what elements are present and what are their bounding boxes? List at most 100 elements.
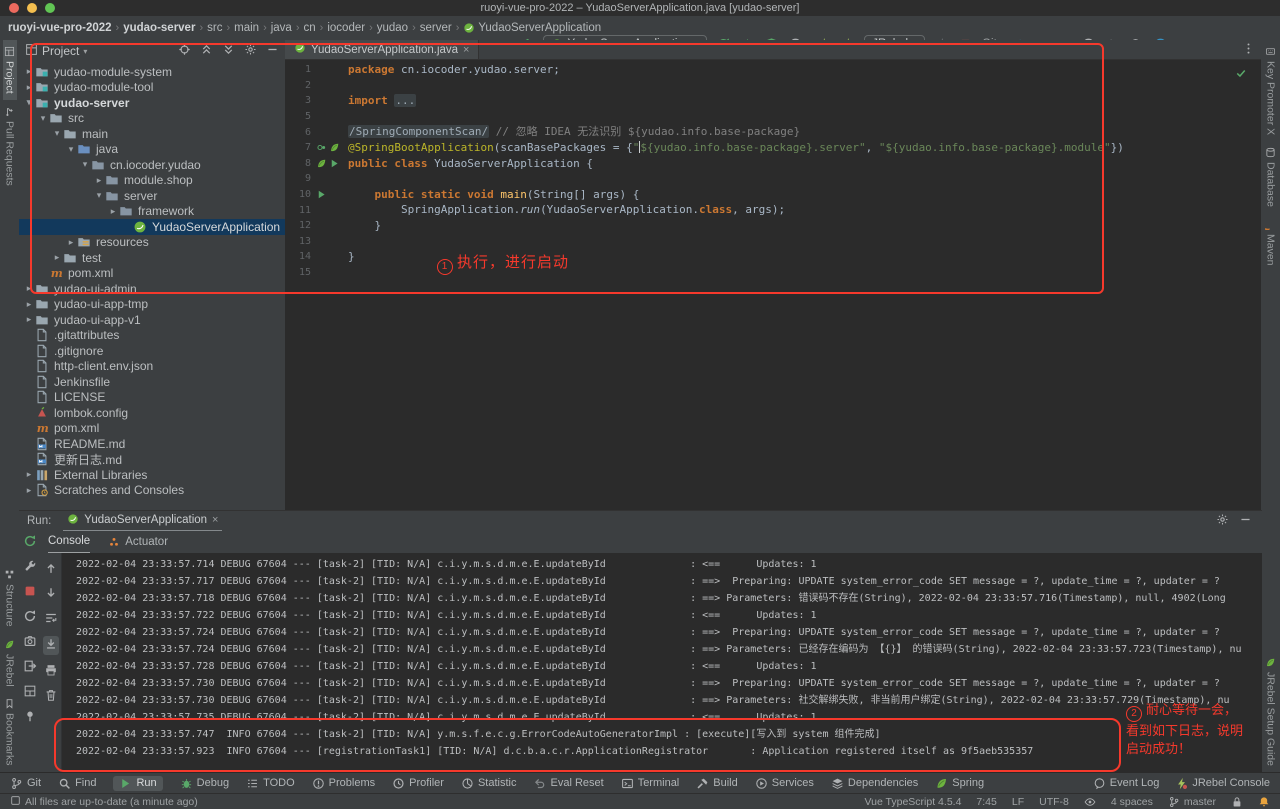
tree-item-module-shop[interactable]: ▸ module.shop [19, 173, 285, 189]
code-line[interactable]: 7 @SpringBootApplication(scanBasePackages… [285, 140, 1261, 156]
down-button[interactable] [44, 586, 58, 603]
run-config-tab[interactable]: YudaoServerApplication × [63, 510, 223, 532]
play-icon[interactable] [329, 158, 340, 169]
tree-item-lombok-config[interactable]: lombok.config [19, 405, 285, 421]
chevron-down-icon[interactable]: ▾ [37, 113, 49, 124]
code-line[interactable]: 12 } [285, 218, 1261, 234]
code-line[interactable]: 13 [285, 234, 1261, 250]
status-eye[interactable] [1084, 796, 1096, 808]
tool-strip-key-promoter-x[interactable]: Key Promoter X [1264, 40, 1278, 141]
breadcrumb-item[interactable]: iocoder [327, 22, 365, 34]
chevron-right-icon[interactable]: ▸ [65, 237, 77, 248]
chevron-down-icon[interactable]: ▾ [83, 47, 87, 56]
tree-item-src[interactable]: ▾ src [19, 111, 285, 127]
chevron-right-icon[interactable]: ▸ [23, 283, 35, 294]
tool-strip-structure[interactable]: Structure [3, 563, 17, 633]
toolwindow-button-statistic[interactable]: Statistic [461, 777, 516, 790]
toolwindow-button-todo[interactable]: TODO [246, 777, 295, 790]
tree-item--gitattributes[interactable]: .gitattributes [19, 328, 285, 344]
minus-button[interactable] [1239, 513, 1252, 529]
tool-strip-project[interactable]: Project [2, 40, 17, 100]
tree-item-test[interactable]: ▸ test [19, 250, 285, 266]
play-icon[interactable] [316, 189, 327, 200]
code-area[interactable]: 1 package cn.iocoder.yudao.server; 2 3 impor… [285, 62, 1261, 280]
toolwindow-button-problems[interactable]: Problems [312, 777, 375, 790]
breadcrumb-item[interactable]: java [271, 22, 292, 34]
up-button[interactable] [44, 561, 58, 578]
chevron-down-icon[interactable]: ▾ [23, 97, 35, 108]
status-lock[interactable] [1231, 796, 1243, 808]
tree-item-yudao-ui-app-tmp[interactable]: ▸ yudao-ui-app-tmp [19, 297, 285, 313]
tree-item-readme-md[interactable]: README.md [19, 436, 285, 452]
tree-item-java[interactable]: ▾ java [19, 142, 285, 158]
close-icon[interactable]: × [212, 514, 218, 526]
tool-strip-jrebel[interactable]: JRebel [3, 633, 17, 693]
rerun-button[interactable] [23, 534, 37, 551]
toolwindow-button-dependencies[interactable]: Dependencies [831, 777, 918, 790]
tree-item-http-client-env-json[interactable]: http-client.env.json [19, 359, 285, 375]
kebab-menu-icon[interactable] [1242, 42, 1255, 58]
status-vue-typescript-4-5-4[interactable]: Vue TypeScript 4.5.4 [865, 796, 962, 808]
softwrap-button[interactable] [44, 611, 58, 628]
stop-button[interactable] [23, 584, 37, 601]
tree-item-pom-xml[interactable]: m pom.xml [19, 421, 285, 437]
chevron-right-icon[interactable]: ▸ [93, 175, 105, 186]
status-bell[interactable] [1258, 796, 1270, 808]
exit-button[interactable] [23, 659, 37, 676]
tree-item-framework[interactable]: ▸ framework [19, 204, 285, 220]
breadcrumb-item[interactable]: server [420, 22, 452, 34]
tree-item-yudao-module-system[interactable]: ▸ yudao-module-system [19, 64, 285, 80]
toolwindow-button-event-log[interactable]: Event Log [1093, 777, 1159, 790]
toolwindow-button-debug[interactable]: Debug [180, 777, 229, 790]
toolwindow-button-terminal[interactable]: Terminal [621, 777, 679, 790]
trash-button[interactable] [44, 688, 58, 705]
code-line[interactable]: 9 [285, 171, 1261, 187]
status-4-spaces[interactable]: 4 spaces [1111, 796, 1153, 808]
tree-item-license[interactable]: LICENSE [19, 390, 285, 406]
breadcrumb-item[interactable]: main [234, 22, 259, 34]
chevron-right-icon[interactable]: ▸ [23, 314, 35, 325]
toolwindow-button-spring[interactable]: Spring [935, 777, 984, 790]
breadcrumb-item[interactable]: cn [304, 22, 316, 34]
run-panel-tab-actuator[interactable]: Actuator [108, 531, 168, 553]
toolwindow-button-profiler[interactable]: Profiler [392, 777, 444, 790]
pin-button[interactable] [23, 709, 37, 726]
camera-button[interactable] [23, 634, 37, 651]
toolwindow-button-run[interactable]: Run [113, 775, 163, 791]
wrench-button[interactable] [23, 559, 37, 576]
run-panel-tab-console[interactable]: Console [48, 530, 91, 554]
code-line[interactable]: 3 import ... [285, 93, 1261, 109]
chevron-down-icon[interactable]: ▾ [65, 144, 77, 155]
code-line[interactable]: 15 [285, 265, 1261, 281]
status-7-45[interactable]: 7:45 [976, 796, 996, 808]
chevron-right-icon[interactable]: ▸ [23, 82, 35, 93]
tool-strip-database[interactable]: Database [1264, 141, 1278, 213]
gear-button[interactable] [244, 43, 257, 59]
code-line[interactable]: 11 SpringApplication.run(YudaoServerAppl… [285, 202, 1261, 218]
code-line[interactable]: 10 public static void main(String[] args… [285, 187, 1261, 203]
status-utf-8[interactable]: UTF-8 [1039, 796, 1069, 808]
tree-item-resources[interactable]: ▸ resources [19, 235, 285, 251]
breadcrumb-item[interactable]: ruoyi-vue-pro-2022 [8, 22, 112, 34]
bean-icon[interactable] [316, 142, 327, 153]
leaf-icon[interactable] [316, 158, 327, 169]
tree-item-jenkinsfile[interactable]: Jenkinsfile [19, 374, 285, 390]
close-window-button[interactable] [9, 3, 19, 13]
print-button[interactable] [44, 663, 58, 680]
leaf-icon[interactable] [329, 142, 340, 153]
zoom-window-button[interactable] [45, 3, 55, 13]
minimize-window-button[interactable] [27, 3, 37, 13]
chevron-down-icon[interactable]: ▾ [51, 128, 63, 139]
scrollend-button[interactable] [42, 636, 59, 655]
tree-item--gitignore[interactable]: .gitignore [19, 343, 285, 359]
toolwindow-button-jrebel-console[interactable]: JRebel Console [1175, 777, 1270, 790]
tree-item-yudaoserverapplication[interactable]: YudaoServerApplication [19, 219, 285, 235]
code-line[interactable]: 1 package cn.iocoder.yudao.server; [285, 62, 1261, 78]
minus-button[interactable] [266, 43, 279, 59]
breadcrumb-item[interactable]: src [207, 22, 222, 34]
tree-item-cn-iocoder-yudao[interactable]: ▾ cn.iocoder.yudao [19, 157, 285, 173]
restart-button[interactable] [23, 609, 37, 626]
tree-item-pom-xml[interactable]: m pom.xml [19, 266, 285, 282]
tree-item-yudao-ui-app-v1[interactable]: ▸ yudao-ui-app-v1 [19, 312, 285, 328]
chevron-right-icon[interactable]: ▸ [23, 485, 35, 496]
